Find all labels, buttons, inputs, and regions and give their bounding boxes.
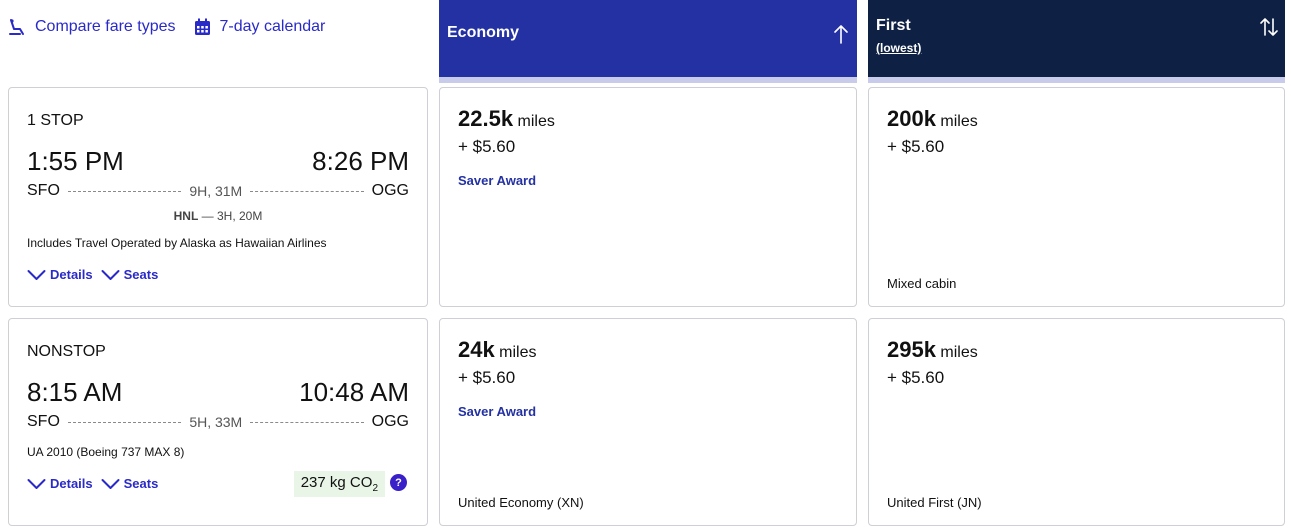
- flight-times: 1:55 PM 8:26 PM: [27, 146, 409, 176]
- economy-fare-card[interactable]: 22.5k miles + $5.60 Saver Award: [439, 87, 857, 307]
- compare-fare-types-link[interactable]: Compare fare types: [8, 18, 176, 36]
- destination-airport: OGG: [371, 182, 409, 199]
- route-line: [250, 421, 364, 423]
- miles-amount: 200k: [887, 106, 936, 131]
- arrival-time: 8:26 PM: [312, 146, 409, 176]
- miles-unit: miles: [499, 344, 537, 361]
- first-fare-card[interactable]: 200k miles + $5.60 Mixed cabin: [868, 87, 1285, 307]
- first-fare-card[interactable]: 295k miles + $5.60 United First (JN): [868, 318, 1285, 526]
- origin-airport: SFO: [27, 413, 60, 430]
- connection-info: HNL — 3H, 20M: [9, 209, 427, 223]
- fare-miles: 200k miles: [887, 106, 978, 132]
- route-line: [67, 421, 182, 423]
- calendar-icon: [194, 18, 210, 35]
- economy-header-strip: [439, 77, 857, 83]
- economy-fare-card[interactable]: 24k miles + $5.60 Saver Award United Eco…: [439, 318, 857, 526]
- chevron-down-icon: [27, 478, 46, 489]
- destination-airport: OGG: [371, 413, 409, 430]
- departure-time: 8:15 AM: [27, 377, 123, 407]
- first-sort-button[interactable]: [1259, 17, 1279, 42]
- first-column-title: First: [876, 17, 911, 34]
- flight-card: NONSTOP 8:15 AM 10:48 AM SFO 5H, 33M OGG…: [8, 318, 428, 526]
- arrival-time: 10:48 AM: [299, 377, 409, 407]
- flight-links: Details Seats: [27, 267, 166, 282]
- arrow-up-icon: [834, 25, 848, 44]
- help-icon[interactable]: ?: [390, 474, 407, 491]
- seats-toggle[interactable]: Seats: [101, 267, 159, 282]
- route: SFO 5H, 33M OGG: [27, 413, 409, 431]
- fare-tax: + $5.60: [887, 137, 945, 156]
- fare-tax: + $5.60: [458, 137, 516, 156]
- operator-note: Includes Travel Operated by Alaska as Ha…: [27, 236, 327, 250]
- chevron-down-icon: [27, 269, 46, 280]
- miles-unit: miles: [940, 113, 978, 130]
- connection-time: — 3H, 20M: [201, 209, 263, 223]
- details-toggle[interactable]: Details: [27, 267, 93, 282]
- flight-card: 1 STOP 1:55 PM 8:26 PM SFO 9H, 31M OGG H…: [8, 87, 428, 307]
- miles-unit: miles: [517, 113, 555, 130]
- first-column-header[interactable]: First (lowest): [868, 0, 1285, 83]
- details-toggle[interactable]: Details: [27, 476, 93, 491]
- miles-amount: 24k: [458, 337, 495, 362]
- flight-number: UA 2010 (Boeing 737 MAX 8): [27, 445, 185, 459]
- flight-times: 8:15 AM 10:48 AM: [27, 377, 409, 407]
- cabin-label: United First (JN): [887, 495, 982, 510]
- first-lowest-link[interactable]: (lowest): [876, 41, 921, 55]
- economy-sort-button[interactable]: [833, 24, 849, 49]
- fare-miles: 24k miles: [458, 337, 537, 363]
- fare-tax: + $5.60: [458, 368, 516, 387]
- seven-day-calendar-link[interactable]: 7-day calendar: [194, 18, 326, 36]
- details-label: Details: [50, 267, 93, 282]
- details-label: Details: [50, 476, 93, 491]
- route-line: [67, 190, 182, 192]
- economy-column-header[interactable]: Economy: [439, 0, 857, 83]
- seats-label: Seats: [123, 476, 159, 491]
- sort-arrows-icon: [1260, 18, 1278, 36]
- route: SFO 9H, 31M OGG: [27, 182, 409, 200]
- seven-day-calendar-label: 7-day calendar: [219, 18, 326, 35]
- flight-duration: 5H, 33M: [189, 414, 243, 430]
- stops-label: NONSTOP: [27, 343, 106, 360]
- connection-airport: HNL: [173, 209, 199, 223]
- economy-column-title: Economy: [447, 24, 520, 41]
- award-type: Saver Award: [458, 404, 537, 419]
- co2-subscript: 2: [372, 483, 378, 494]
- compare-fare-types-label: Compare fare types: [35, 18, 176, 35]
- miles-unit: miles: [940, 344, 978, 361]
- award-type: Saver Award: [458, 173, 537, 188]
- fare-miles: 295k miles: [887, 337, 978, 363]
- miles-amount: 22.5k: [458, 106, 514, 131]
- stops-label: 1 STOP: [27, 112, 84, 129]
- chevron-down-icon: [101, 478, 120, 489]
- chevron-down-icon: [101, 269, 120, 280]
- miles-amount: 295k: [887, 337, 936, 362]
- route-line: [250, 190, 364, 192]
- fare-miles: 22.5k miles: [458, 106, 555, 132]
- top-links: Compare fare types 7-day calendar: [8, 16, 343, 38]
- origin-airport: SFO: [27, 182, 60, 199]
- first-header-strip: [868, 77, 1285, 83]
- fare-tax: + $5.60: [887, 368, 945, 387]
- departure-time: 1:55 PM: [27, 146, 124, 176]
- co2-badge: 237 kg CO2: [293, 471, 385, 497]
- seats-toggle[interactable]: Seats: [101, 476, 159, 491]
- cabin-label: United Economy (XN): [458, 495, 584, 510]
- seats-label: Seats: [123, 267, 159, 282]
- flight-duration: 9H, 31M: [189, 183, 243, 199]
- flight-links: Details Seats: [27, 476, 166, 491]
- co2-value: 237 kg CO: [300, 474, 373, 491]
- seat-icon: [9, 19, 24, 35]
- cabin-label: Mixed cabin: [887, 276, 957, 291]
